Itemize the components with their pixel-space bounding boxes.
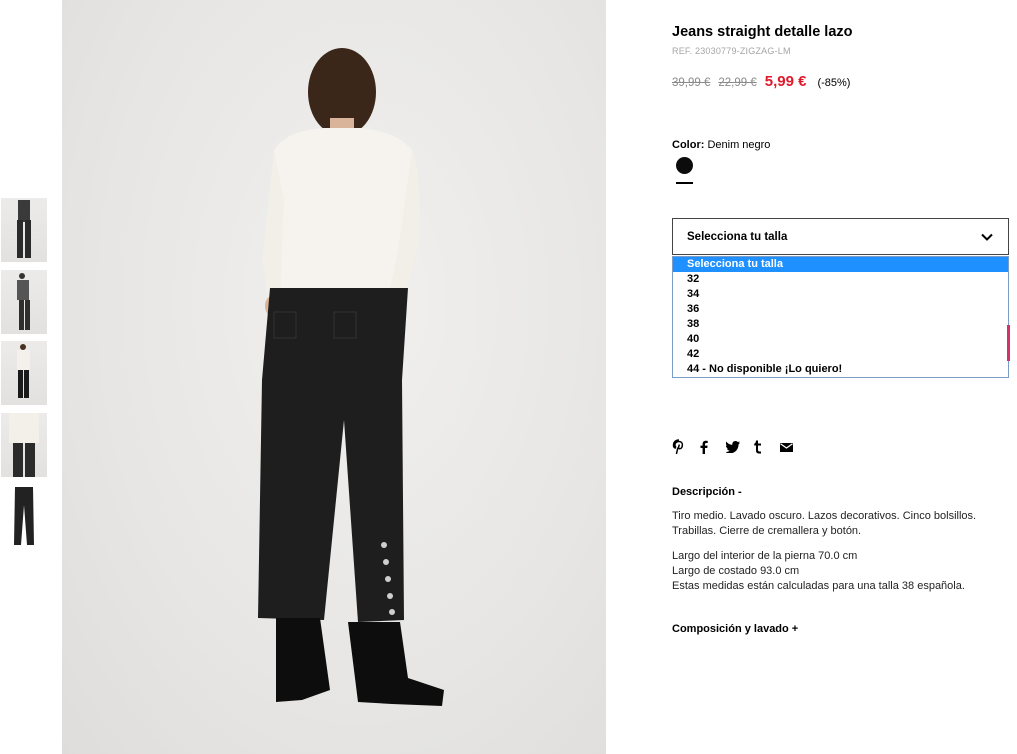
selected-swatch-indicator (676, 182, 693, 184)
price-row: 39,99 € 22,99 € 5,99 € (-85%) (672, 73, 850, 90)
color-label-row: Color: Denim negro (672, 139, 770, 151)
size-option-placeholder[interactable]: Selecciona tu talla (673, 257, 1008, 272)
thumbnail-1[interactable] (1, 198, 47, 262)
product-title: Jeans straight detalle lazo (672, 24, 853, 40)
thumbnail-5[interactable] (1, 485, 47, 549)
size-option-44[interactable]: 44 - No disponible ¡Lo quiero! (673, 362, 1008, 377)
twitter-icon[interactable] (726, 439, 753, 455)
size-option-42[interactable]: 42 (673, 347, 1008, 362)
size-option-32[interactable]: 32 (673, 272, 1008, 287)
product-main-image (62, 0, 606, 754)
price-previous: 22,99 € (718, 77, 757, 89)
color-swatch-denim-negro[interactable] (676, 157, 693, 174)
composition-heading[interactable]: Composición y lavado + (672, 623, 798, 635)
share-icons-row (672, 439, 807, 455)
measurement-line-1: Largo del interior de la pierna 70.0 cm (672, 550, 858, 562)
size-select-label: Selecciona tu talla (687, 231, 788, 243)
price-original: 39,99 € (672, 77, 711, 89)
email-icon[interactable] (780, 439, 807, 455)
size-option-40[interactable]: 40 (673, 332, 1008, 347)
color-label: Color: (672, 139, 705, 151)
thumbnail-2[interactable] (1, 270, 47, 334)
size-select[interactable]: Selecciona tu talla (672, 218, 1009, 255)
measurements-block: Largo del interior de la pierna 70.0 cm … (672, 549, 1012, 594)
color-value: Denim negro (707, 139, 771, 151)
size-option-38[interactable]: 38 (673, 317, 1008, 332)
description-paragraph: Tiro medio. Lavado oscuro. Lazos decorat… (672, 510, 977, 537)
size-option-36[interactable]: 36 (673, 302, 1008, 317)
add-to-cart-button-edge[interactable] (1007, 325, 1010, 361)
measurement-line-3: Estas medidas están calculadas para una … (672, 580, 965, 592)
tumblr-icon[interactable] (753, 439, 780, 455)
product-reference: REF. 23030779-ZIGZAG-LM (672, 46, 791, 56)
measurement-line-2: Largo de costado 93.0 cm (672, 565, 800, 577)
thumbnail-4[interactable] (1, 413, 47, 477)
description-heading[interactable]: Descripción - (672, 486, 742, 498)
size-option-34[interactable]: 34 (673, 287, 1008, 302)
thumbnail-3[interactable] (1, 341, 47, 405)
discount-badge: (-85%) (817, 77, 851, 89)
price-sale: 5,99 € (764, 73, 807, 90)
size-dropdown-list: Selecciona tu talla 32 34 36 38 40 42 44… (672, 256, 1009, 378)
facebook-icon[interactable] (699, 439, 726, 455)
chevron-down-icon (981, 233, 993, 241)
pinterest-icon[interactable] (672, 439, 699, 455)
